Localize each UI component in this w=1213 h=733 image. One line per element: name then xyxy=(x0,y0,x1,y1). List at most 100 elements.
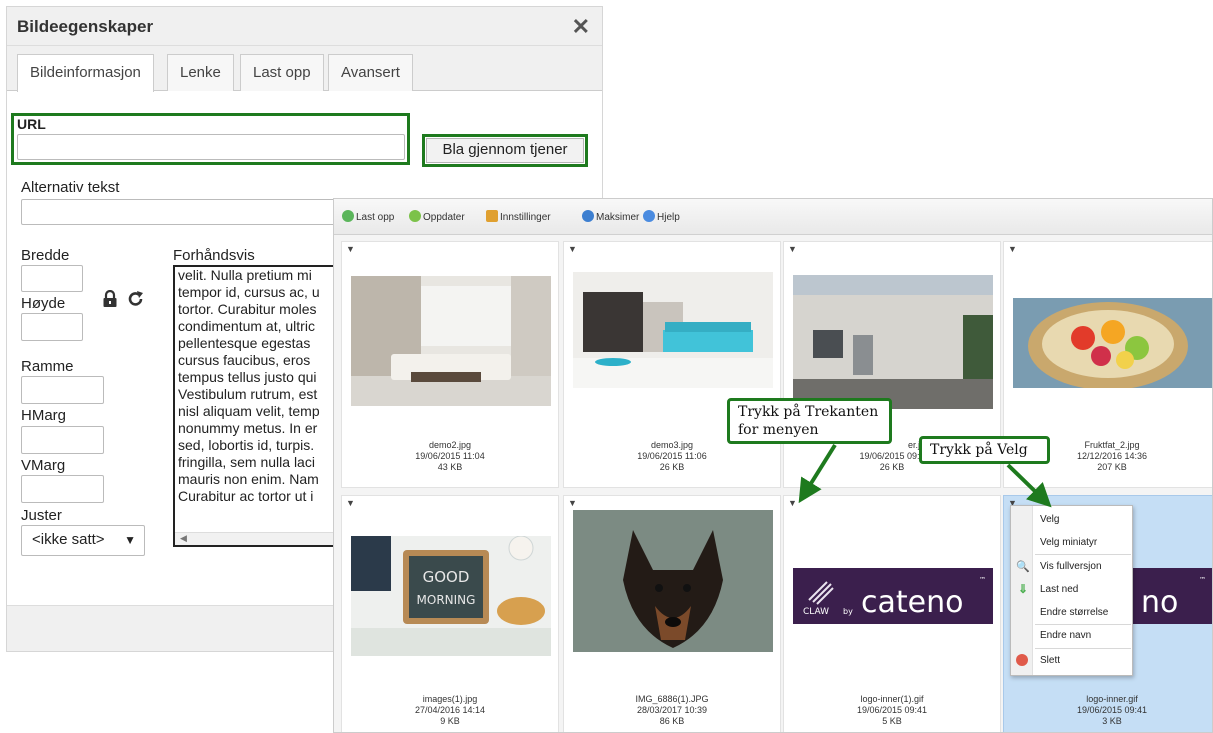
reset-size-icon[interactable] xyxy=(128,290,144,308)
tab-link[interactable]: Lenke xyxy=(167,54,234,91)
file-size: 86 KB xyxy=(659,716,685,726)
lock-icon[interactable] xyxy=(102,290,118,308)
file-tile-demo3[interactable]: ▼ demo3.jpg 19/06/2015 11:06 26 KB xyxy=(563,241,781,488)
menu-item-rename[interactable]: Endre navn xyxy=(1040,630,1091,641)
chalk-text-morning: MORNING xyxy=(417,593,476,607)
preview-line: cursus faucibus, eros xyxy=(178,352,311,368)
width-input[interactable] xyxy=(21,265,83,292)
scroll-left-icon[interactable]: ◀ xyxy=(180,533,187,544)
logo-tm-text: ™ xyxy=(1199,576,1206,584)
preview-box: velit. Nulla pretium mi tempor id, cursus… xyxy=(173,265,353,547)
file-date: 19/06/2015 11:04 xyxy=(415,451,485,461)
dialog-title: Bildeegenskaper xyxy=(17,17,154,36)
tile-menu-triangle[interactable]: ▼ xyxy=(1008,244,1017,254)
file-meta: demo2.jpg 19/06/2015 11:04 43 KB xyxy=(342,440,558,473)
border-label: Ramme xyxy=(21,358,74,375)
file-date: 19/06/2015 11:06 xyxy=(637,451,707,461)
tile-menu-triangle[interactable]: ▼ xyxy=(568,244,577,254)
height-label: Høyde xyxy=(21,295,66,312)
file-size: 9 KB xyxy=(440,716,460,726)
border-input[interactable] xyxy=(21,376,104,404)
tile-menu-triangle[interactable]: ▼ xyxy=(788,498,797,508)
preview-line: nonummy metus. In er xyxy=(178,420,318,436)
align-select[interactable]: <ikke satt> ▼ xyxy=(21,525,145,556)
maximize-icon xyxy=(582,210,594,222)
file-tile-logo-inner1[interactable]: ▼ CLAW by cateno ™ logo-inner(1).gif 19/… xyxy=(783,495,1001,732)
height-input[interactable] xyxy=(21,313,83,341)
chevron-down-icon: ▼ xyxy=(124,533,136,547)
toolbar-maximize-button[interactable]: Maksimer xyxy=(582,210,639,223)
tile-menu-triangle[interactable]: ▼ xyxy=(346,498,355,508)
file-name: logo-inner.gif xyxy=(1086,694,1138,704)
file-size: 43 KB xyxy=(437,462,463,472)
preview-line: tortor. Curabitur moles xyxy=(178,301,317,317)
file-meta: logo-inner.gif 19/06/2015 09:41 3 KB xyxy=(1004,694,1212,727)
tile-menu-triangle[interactable]: ▼ xyxy=(346,244,355,254)
hspace-input[interactable] xyxy=(21,426,104,454)
help-icon xyxy=(643,210,655,222)
file-size: 3 KB xyxy=(1102,716,1122,726)
thumbnail-sofa-room xyxy=(573,272,773,388)
toolbar-help-label: Hjelp xyxy=(657,212,680,223)
file-tile-demo2[interactable]: ▼ demo2.jpg 19/06/2015 11:04 43 KB xyxy=(341,241,559,488)
preview-line: condimentum at, ultric xyxy=(178,318,315,334)
hspace-label: HMarg xyxy=(21,407,67,424)
preview-line: Vestibulum rutrum, est xyxy=(178,386,318,402)
file-date: 19/06/2015 09:41 xyxy=(856,705,928,715)
align-label: Juster xyxy=(21,507,62,524)
file-context-menu: Velg Velg miniatyr 🔍 Vis fullversjon ⇓ L… xyxy=(1010,505,1133,676)
menu-separator xyxy=(1035,648,1131,649)
preview-line: pellentesque egestas xyxy=(178,335,311,351)
tile-menu-triangle[interactable]: ▼ xyxy=(568,498,577,508)
delete-icon xyxy=(1016,654,1028,666)
thumbnail-dog xyxy=(573,510,773,652)
menu-item-select[interactable]: Velg xyxy=(1040,514,1059,525)
preview-line: tempus tellus justo qui xyxy=(178,369,317,385)
download-icon: ⇓ xyxy=(1018,582,1029,596)
logo-claw-text: CLAW xyxy=(803,607,829,617)
tile-menu-triangle[interactable]: ▼ xyxy=(788,244,797,254)
preview-line: sed, lobortis id, turpis. xyxy=(178,437,315,453)
file-date: 19/06/2015 09:41 xyxy=(1076,705,1148,715)
width-label: Bredde xyxy=(21,247,70,264)
align-select-value: <ikke satt> xyxy=(32,531,105,548)
toolbar-refresh-button[interactable]: Oppdater xyxy=(409,210,465,223)
tab-advanced[interactable]: Avansert xyxy=(328,54,413,91)
logo-brand-partial-text: no xyxy=(1141,585,1178,620)
close-icon[interactable]: ✕ xyxy=(572,14,590,40)
preview-line: fringilla, sem nulla laci xyxy=(178,454,315,470)
menu-item-resize[interactable]: Endre størrelse xyxy=(1040,607,1108,618)
toolbar-settings-label: Innstillinger xyxy=(500,212,551,223)
preview-line: velit. Nulla pretium mi xyxy=(178,267,312,283)
toolbar-settings-button[interactable]: Innstillinger xyxy=(486,210,551,223)
browse-server-button[interactable]: Bla gjennom tjener xyxy=(426,138,584,163)
wrench-icon xyxy=(486,210,498,222)
alt-text-label: Alternativ tekst xyxy=(21,179,120,196)
file-tile-img6886[interactable]: ▼ IMG_6886(1).JPG 28/03/2017 10:39 86 KB xyxy=(563,495,781,732)
file-date: 27/04/2016 14:14 xyxy=(414,705,486,715)
upload-icon xyxy=(342,210,354,222)
file-tile-images1[interactable]: ▼ GOOD MORNING images(1).jpg 27/04/2016 … xyxy=(341,495,559,732)
tab-upload[interactable]: Last opp xyxy=(240,54,324,91)
tab-image-info[interactable]: Bildeinformasjon xyxy=(17,54,154,92)
file-meta: images(1).jpg 27/04/2016 14:14 9 KB xyxy=(342,694,558,727)
menu-item-select-thumbnail[interactable]: Velg miniatyr xyxy=(1040,537,1097,548)
preview-line: mauris non enim. Nam xyxy=(178,471,319,487)
toolbar-help-button[interactable]: Hjelp xyxy=(643,210,680,223)
toolbar-upload-button[interactable]: Last opp xyxy=(342,210,394,223)
toolbar-refresh-label: Oppdater xyxy=(423,212,465,223)
preview-text: velit. Nulla pretium mi tempor id, cursus… xyxy=(175,267,351,505)
preview-scrollbar[interactable]: ◀ xyxy=(175,532,351,545)
menu-item-delete[interactable]: Slett xyxy=(1040,655,1060,666)
thumbnail-good-morning: GOOD MORNING xyxy=(351,536,551,656)
menu-item-download[interactable]: Last ned xyxy=(1040,584,1078,595)
thumbnail-fruit-bowl xyxy=(1013,298,1212,388)
file-size: 26 KB xyxy=(659,462,685,472)
vspace-label: VMarg xyxy=(21,457,66,474)
menu-item-view-full[interactable]: Vis fullversjon xyxy=(1040,561,1102,572)
file-name: IMG_6886(1).JPG xyxy=(635,694,709,704)
file-name: logo-inner(1).gif xyxy=(860,694,924,704)
url-input[interactable] xyxy=(17,134,405,160)
toolbar-upload-label: Last opp xyxy=(356,212,395,223)
vspace-input[interactable] xyxy=(21,475,104,503)
